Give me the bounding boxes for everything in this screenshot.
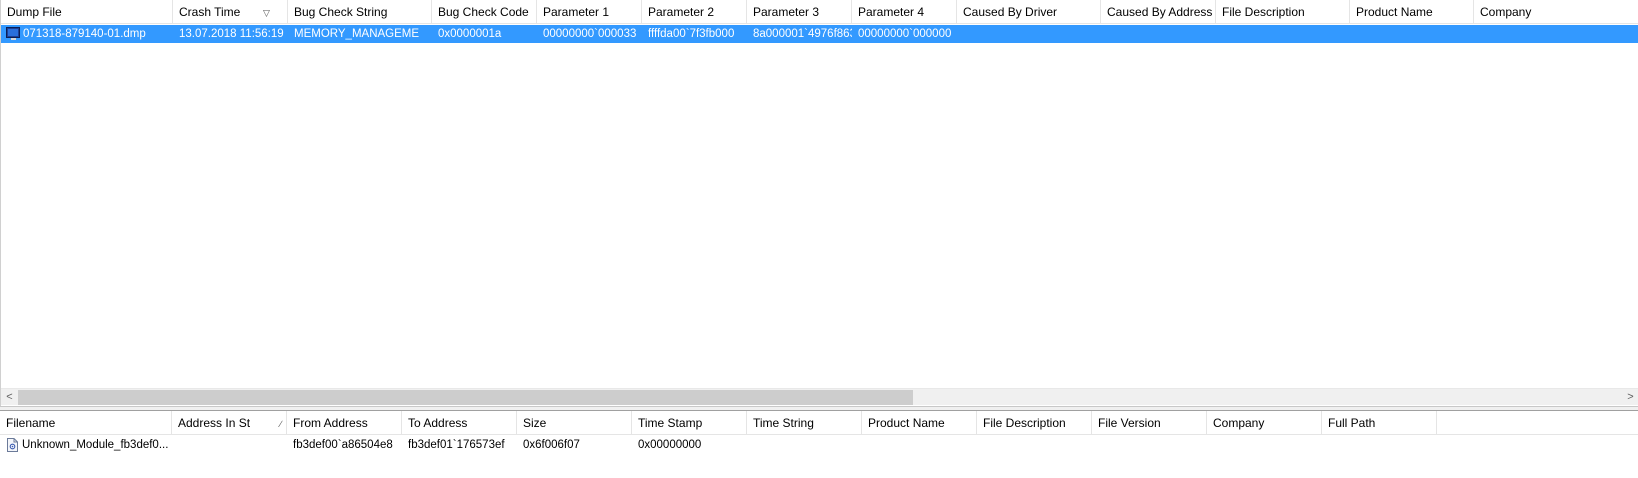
crash-list-header: Dump File Crash Time ▽ Bug Check String …	[1, 0, 1638, 24]
column-header-time-stamp[interactable]: Time Stamp	[632, 411, 747, 435]
horizontal-scrollbar[interactable]: < >	[1, 388, 1638, 405]
cell-time-stamp: 0x00000000	[638, 439, 702, 451]
cell-parameter-4: 00000000`000000	[858, 28, 952, 40]
column-header-crash-time[interactable]: Crash Time	[173, 0, 288, 24]
column-header-full-path[interactable]: Full Path	[1322, 411, 1437, 435]
column-header-bug-check-string[interactable]: Bug Check String	[288, 0, 432, 24]
column-header-file-version[interactable]: File Version	[1092, 411, 1207, 435]
column-header-caused-by-driver[interactable]: Caused By Driver	[957, 0, 1101, 24]
cell-crash-time: 13.07.2018 11:56:19	[179, 28, 284, 40]
cell-size: 0x6f006f07	[523, 439, 580, 451]
scroll-right-arrow-icon[interactable]: >	[1622, 389, 1638, 406]
table-row[interactable]: 071318-879140-01.dmp 13.07.2018 11:56:19…	[1, 25, 1638, 43]
cell-parameter-3: 8a000001`4976f863	[753, 28, 852, 40]
column-header-file-description[interactable]: File Description	[1216, 0, 1350, 24]
column-header-bug-check-code[interactable]: Bug Check Code	[432, 0, 537, 24]
column-header-parameter-2[interactable]: Parameter 2	[642, 0, 747, 24]
column-header-file-description[interactable]: File Description	[977, 411, 1092, 435]
column-header-parameter-1[interactable]: Parameter 1	[537, 0, 642, 24]
scroll-left-arrow-icon[interactable]: <	[1, 389, 18, 406]
column-header-filename[interactable]: Filename	[0, 411, 172, 435]
column-header-product-name[interactable]: Product Name	[1350, 0, 1474, 24]
scrollbar-thumb[interactable]	[18, 390, 913, 405]
column-header-parameter-4[interactable]: Parameter 4	[852, 0, 957, 24]
column-header-time-string[interactable]: Time String	[747, 411, 862, 435]
column-header-crash-time-label: Crash Time	[179, 5, 241, 19]
column-header-dump-file[interactable]: Dump File	[1, 0, 173, 24]
module-list-header: Filename Address In St ∕ From Address To…	[0, 411, 1638, 435]
cell-bug-check-code: 0x0000001a	[438, 28, 502, 40]
cell-from-address: fb3def00`a86504e8	[293, 439, 393, 451]
column-header-to-address[interactable]: To Address	[402, 411, 517, 435]
cell-bug-check-string: MEMORY_MANAGEME	[294, 28, 420, 40]
cell-dump-file: 071318-879140-01.dmp	[23, 28, 146, 40]
column-header-parameter-3[interactable]: Parameter 3	[747, 0, 852, 24]
cell-parameter-1: 00000000`000033	[543, 28, 637, 40]
sort-descending-icon: ▽	[263, 8, 270, 18]
column-header-size[interactable]: Size	[517, 411, 632, 435]
cell-to-address: fb3def01`176573ef	[408, 439, 505, 451]
column-header-address-in-stack[interactable]: Address In St	[172, 411, 287, 435]
column-header-company[interactable]: Company	[1207, 411, 1322, 435]
column-header-company[interactable]: Company	[1474, 0, 1638, 24]
column-header-from-address[interactable]: From Address	[287, 411, 402, 435]
column-header-caused-by-address[interactable]: Caused By Address	[1101, 0, 1216, 24]
cell-filename: Unknown_Module_fb3def0...	[22, 439, 169, 451]
sort-ascending-icon: ∕	[280, 419, 282, 429]
module-list-pane: Filename Address In St ∕ From Address To…	[0, 410, 1638, 478]
crash-list-pane: Dump File Crash Time ▽ Bug Check String …	[0, 0, 1638, 406]
column-header-product-name[interactable]: Product Name	[862, 411, 977, 435]
table-row[interactable]: Unknown_Module_fb3def0... fb3def00`a8650…	[0, 436, 1638, 454]
cell-parameter-2: ffffda00`7f3fb000	[648, 28, 735, 40]
column-header-address-in-stack-label: Address In St	[178, 416, 251, 430]
